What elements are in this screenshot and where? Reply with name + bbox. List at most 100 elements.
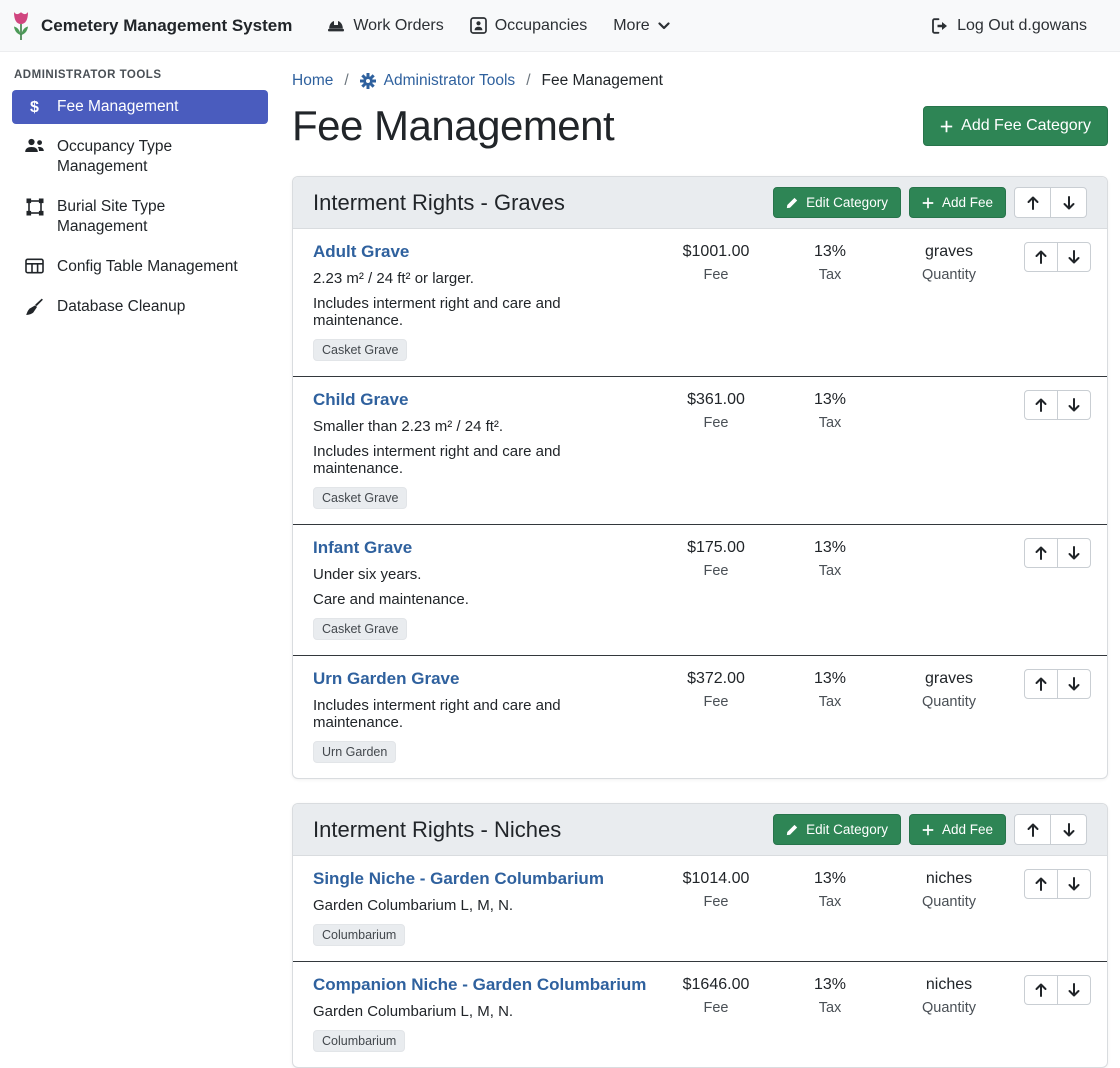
arrow-up-icon — [1035, 877, 1047, 891]
move-category-down-button[interactable] — [1050, 814, 1087, 845]
fee-values: $1014.00 Fee 13% Tax niches Quantity — [660, 869, 1091, 910]
fee-type-badge: Casket Grave — [313, 339, 407, 361]
category-title: Interment Rights - Graves — [313, 190, 565, 216]
move-fee-up-button[interactable] — [1024, 975, 1058, 1005]
sidebar-item-label: Config Table Management — [57, 257, 238, 277]
fee-description: Care and maintenance. — [313, 591, 652, 608]
fee-tax: 13% — [782, 976, 878, 994]
add-fee-button[interactable]: Add Fee — [909, 814, 1006, 845]
fee-tax-col: 13% Tax — [782, 242, 878, 283]
sidebar-item-label: Fee Management — [57, 97, 179, 117]
dollar-icon: $ — [24, 98, 45, 117]
fee-amount: $361.00 — [660, 391, 772, 409]
add-fee-button[interactable]: Add Fee — [909, 187, 1006, 218]
breadcrumb-home[interactable]: Home — [292, 72, 333, 90]
breadcrumb-separator: / — [526, 72, 530, 90]
fee-amount: $1646.00 — [660, 976, 772, 994]
vector-square-icon — [24, 198, 45, 216]
chevron-down-icon — [658, 22, 670, 30]
breadcrumb-admin-tools[interactable]: Administrator Tools — [360, 72, 516, 90]
nav-occupancies[interactable]: Occupancies — [459, 9, 599, 43]
plus-icon — [922, 197, 934, 209]
table-icon — [24, 258, 45, 274]
add-fee-category-label: Add Fee Category — [961, 117, 1091, 135]
fee-values: $372.00 Fee 13% Tax graves Quantity — [660, 669, 1091, 710]
nav-more[interactable]: More — [602, 9, 680, 43]
add-fee-category-button[interactable]: Add Fee Category — [923, 106, 1108, 146]
hard-hat-icon — [327, 18, 345, 33]
sidebar-item-burial-site-type-management[interactable]: Burial Site Type Management — [12, 190, 268, 244]
app-brand-link[interactable]: Cemetery Management System — [10, 11, 292, 41]
fee-name-link[interactable]: Companion Niche - Garden Columbarium — [313, 975, 646, 995]
move-fee-down-button[interactable] — [1057, 869, 1091, 899]
edit-category-button[interactable]: Edit Category — [773, 187, 901, 218]
fee-quantity-label: Quantity — [890, 694, 1008, 710]
fee-amount-label: Fee — [660, 894, 772, 910]
fee-tax-col: 13% Tax — [782, 869, 878, 910]
move-fee-up-button[interactable] — [1024, 669, 1058, 699]
move-fee-down-button[interactable] — [1057, 538, 1091, 568]
fee-amount-col: $361.00 Fee — [660, 390, 772, 431]
breadcrumb-separator: / — [344, 72, 348, 90]
move-fee-up-button[interactable] — [1024, 390, 1058, 420]
sidebar-item-database-cleanup[interactable]: Database Cleanup — [12, 290, 268, 324]
move-fee-down-button[interactable] — [1057, 242, 1091, 272]
move-fee-up-button[interactable] — [1024, 242, 1058, 272]
fee-amount-col: $1001.00 Fee — [660, 242, 772, 283]
move-fee-down-button[interactable] — [1057, 669, 1091, 699]
move-category-up-button[interactable] — [1014, 814, 1051, 845]
fee-name-link[interactable]: Adult Grave — [313, 242, 409, 262]
fee-row: Single Niche - Garden Columbarium Garden… — [293, 856, 1107, 961]
edit-category-label: Edit Category — [806, 195, 888, 210]
fee-amount-label: Fee — [660, 694, 772, 710]
move-category-down-button[interactable] — [1050, 187, 1087, 218]
fee-category-card: Interment Rights - Graves Edit Category … — [292, 176, 1108, 779]
fee-name-link[interactable]: Single Niche - Garden Columbarium — [313, 869, 604, 889]
fee-tax-col: 13% Tax — [782, 390, 878, 431]
fee-tax: 13% — [782, 539, 878, 557]
fee-info: Urn Garden Grave Includes interment righ… — [313, 669, 660, 763]
fee-values: $1646.00 Fee 13% Tax niches Quantity — [660, 975, 1091, 1016]
fee-amount-col: $1014.00 Fee — [660, 869, 772, 910]
fee-quantity-col: graves Quantity — [890, 242, 1008, 283]
fee-reorder-group — [1024, 869, 1091, 899]
gear-icon — [360, 73, 376, 89]
fee-description: Smaller than 2.23 m² / 24 ft². — [313, 418, 652, 435]
move-fee-down-button[interactable] — [1057, 975, 1091, 1005]
fee-name-link[interactable]: Urn Garden Grave — [313, 669, 459, 689]
logout-link[interactable]: Log Out d.gowans — [920, 9, 1098, 43]
fee-amount-col: $175.00 Fee — [660, 538, 772, 579]
fee-info: Single Niche - Garden Columbarium Garden… — [313, 869, 660, 946]
fee-info: Infant Grave Under six years. Care and m… — [313, 538, 660, 640]
move-fee-up-button[interactable] — [1024, 869, 1058, 899]
fee-row: Companion Niche - Garden Columbarium Gar… — [293, 961, 1107, 1067]
sidebar-item-occupancy-type-management[interactable]: Occupancy Type Management — [12, 130, 268, 184]
fee-amount: $1014.00 — [660, 870, 772, 888]
move-category-up-button[interactable] — [1014, 187, 1051, 218]
sidebar-item-config-table-management[interactable]: Config Table Management — [12, 250, 268, 284]
fee-name-link[interactable]: Infant Grave — [313, 538, 412, 558]
fee-quantity-col: niches Quantity — [890, 869, 1008, 910]
fee-tax-col: 13% Tax — [782, 975, 878, 1016]
nav-work-orders[interactable]: Work Orders — [316, 9, 454, 43]
fee-description: Garden Columbarium L, M, N. — [313, 1003, 652, 1020]
sidebar-item-fee-management[interactable]: $ Fee Management — [12, 90, 268, 124]
fee-description: Includes interment right and care and ma… — [313, 697, 652, 731]
nav-work-orders-label: Work Orders — [353, 17, 443, 35]
fee-reorder-group — [1024, 390, 1091, 420]
edit-category-button[interactable]: Edit Category — [773, 814, 901, 845]
move-fee-up-button[interactable] — [1024, 538, 1058, 568]
fee-name-link[interactable]: Child Grave — [313, 390, 408, 410]
move-fee-down-button[interactable] — [1057, 390, 1091, 420]
fee-reorder-group — [1024, 538, 1091, 568]
fee-reorder-group — [1024, 669, 1091, 699]
occupant-frame-icon — [470, 17, 487, 34]
fee-type-badge: Columbarium — [313, 924, 405, 946]
fee-quantity-col: niches Quantity — [890, 975, 1008, 1016]
fee-description: Under six years. — [313, 566, 652, 583]
page-title: Fee Management — [292, 102, 614, 150]
main-nav: Work Orders Occupancies More — [316, 9, 680, 43]
arrow-down-icon — [1068, 398, 1080, 412]
fee-info: Adult Grave 2.23 m² / 24 ft² or larger. … — [313, 242, 660, 361]
fee-type-badge: Casket Grave — [313, 618, 407, 640]
